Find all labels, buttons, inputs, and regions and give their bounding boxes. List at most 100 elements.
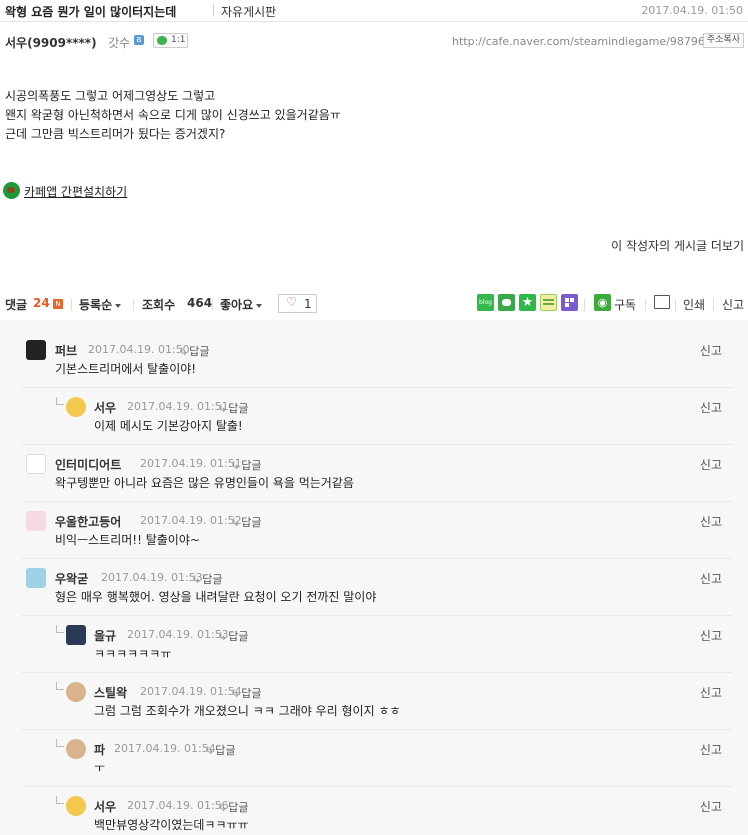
divider	[675, 299, 676, 311]
avatar[interactable]	[26, 568, 46, 588]
reply-label: 답글	[241, 516, 262, 529]
comment-report-link[interactable]: 신고	[700, 456, 722, 473]
print-link[interactable]: 인쇄	[683, 296, 705, 313]
comment-author[interactable]: 인터미디어트	[55, 456, 121, 473]
like-count: 1	[304, 297, 312, 311]
blog-share-icon[interactable]: blog	[477, 294, 494, 311]
cafe-share-icon[interactable]	[498, 294, 515, 311]
reply-indent-icon	[56, 796, 64, 804]
comment-report-link[interactable]: 신고	[700, 570, 722, 587]
chat-button[interactable]: 1:1	[153, 33, 188, 48]
comment-item: 스틸왁 2017.04.19. 01:54 ↳답글 그럼 그럼 조회수가 개오졌…	[22, 682, 732, 730]
comment-author[interactable]: 스틸왁	[94, 684, 127, 701]
divider	[212, 299, 213, 311]
post-url[interactable]: http://cafe.naver.com/steamindiegame/987…	[452, 35, 705, 48]
reply-button[interactable]: ↳답글	[192, 571, 222, 587]
bookmark-star-icon[interactable]: ★	[519, 294, 536, 311]
heart-icon: ♡	[286, 295, 297, 309]
subscribe-link[interactable]: 구독	[614, 296, 636, 313]
reply-button[interactable]: ↳답글	[231, 685, 261, 701]
comment-report-link[interactable]: 신고	[700, 399, 722, 416]
reply-button[interactable]: ↳답글	[205, 742, 235, 758]
rss-icon[interactable]: ◉	[594, 294, 611, 311]
avatar[interactable]	[66, 397, 86, 417]
author-name[interactable]: 서우(9909****)	[5, 34, 97, 51]
comment-text: 형은 매우 행복했어. 영상을 내려달란 요청이 오기 전까진 말이야	[55, 590, 377, 604]
post-share-icon[interactable]	[561, 294, 578, 311]
avatar[interactable]	[66, 796, 86, 816]
comment-report-link[interactable]: 신고	[700, 684, 722, 701]
author-row: 서우(9909****) 갓수 B 1:1 http://cafe.naver.…	[0, 31, 748, 51]
comment-date: 2017.04.19. 01:53	[127, 628, 229, 641]
like-button[interactable]: ♡ 1	[278, 294, 317, 313]
comment-text: 비익ㅡ스트리머!! 탈출이야~	[55, 533, 200, 547]
comment-item: 서우 2017.04.19. 01:51 ↳답글 이제 메시도 기본강아지 탈출…	[22, 397, 732, 445]
comment-text: 백만뷰영상각이였는데ㅋㅋㅠㅠ	[94, 818, 249, 832]
comment-report-link[interactable]: 신고	[700, 342, 722, 359]
comment-report-link[interactable]: 신고	[700, 798, 722, 815]
more-posts-link[interactable]: 이 작성자의 게시글 더보기	[611, 237, 744, 254]
reply-indent-icon	[56, 625, 64, 633]
order-dropdown[interactable]: 등록순	[79, 296, 122, 313]
reply-label: 답글	[228, 402, 249, 415]
avatar[interactable]	[66, 739, 86, 759]
comment-date: 2017.04.19. 01:51	[127, 400, 229, 413]
comment-date: 2017.04.19. 01:53	[101, 571, 203, 584]
comment-report-link[interactable]: 신고	[700, 513, 722, 530]
order-label: 등록순	[79, 298, 113, 312]
report-link[interactable]: 신고	[722, 296, 744, 313]
comment-text: ㅋㅋㅋㅋㅋㅋㅠ	[94, 647, 172, 661]
comment-author[interactable]: 파	[94, 741, 105, 758]
comment-label[interactable]: 댓글	[5, 296, 27, 313]
comment-text: ㅜ	[94, 761, 106, 775]
comment-text: 이제 메시도 기본강아지 탈출!	[94, 419, 243, 433]
copy-url-button[interactable]: 주소복사	[702, 33, 744, 48]
comment-author[interactable]: 을규	[94, 627, 116, 644]
comment-count[interactable]: 24	[33, 296, 50, 310]
memo-share-icon[interactable]	[540, 294, 557, 311]
comment-author[interactable]: 퍼브	[55, 342, 77, 359]
post-date: 2017.04.19. 01:50	[641, 4, 743, 17]
comment-author[interactable]: 서우	[94, 798, 116, 815]
avatar[interactable]	[66, 682, 86, 702]
reply-arrow-icon: ↳	[231, 516, 241, 529]
like-dropdown[interactable]: 좋아요	[220, 296, 263, 313]
comment-author[interactable]: 서우	[94, 399, 116, 416]
reply-button[interactable]: ↳답글	[218, 628, 248, 644]
comment-date: 2017.04.19. 01:54	[140, 685, 242, 698]
comment-item: 을규 2017.04.19. 01:53 ↳답글 ㅋㅋㅋㅋㅋㅋㅠ 신고	[22, 625, 732, 673]
reply-button[interactable]: ↳답글	[218, 400, 248, 416]
reply-button[interactable]: ↳답글	[231, 514, 261, 530]
caret-down-icon	[115, 303, 122, 308]
reply-indent-icon	[56, 397, 64, 405]
comment-item: 인터미디어트 2017.04.19. 01:51 ↳답글 왁구텡뿐만 아니라 요…	[22, 454, 732, 502]
post-body-line: 시공의폭풍도 그렇고 어제그영상도 그렇고	[5, 89, 216, 103]
caret-down-icon	[256, 303, 263, 308]
reply-button[interactable]: ↳답글	[179, 343, 209, 359]
like-label: 좋아요	[220, 298, 254, 312]
reply-button[interactable]: ↳답글	[231, 457, 261, 473]
comment-report-link[interactable]: 신고	[700, 741, 722, 758]
comment-date: 2017.04.19. 01:51	[140, 457, 242, 470]
comment-author[interactable]: 우왁굳	[55, 570, 88, 587]
avatar[interactable]	[26, 454, 46, 474]
comment-author[interactable]: 우울한고등어	[55, 513, 121, 530]
post-body: 시공의폭풍도 그렇고 어제그영상도 그렇고 왠지 왁굳형 아닌척하면서 속으로 …	[5, 87, 341, 144]
comment-date: 2017.04.19. 01:54	[114, 742, 216, 755]
avatar[interactable]	[26, 511, 46, 531]
comment-text: 왁구텡뿐만 아니라 요즘은 많은 유명인들이 욕을 먹는거같음	[55, 476, 354, 490]
avatar[interactable]	[66, 625, 86, 645]
comment-date: 2017.04.19. 01:56	[127, 799, 229, 812]
reply-indent-icon	[56, 682, 64, 690]
share-export-icon[interactable]	[654, 295, 670, 309]
avatar[interactable]	[26, 340, 46, 360]
comment-item: 퍼브 2017.04.19. 01:50 ↳답글 기본스트리머에서 탈출이야! …	[22, 340, 732, 388]
board-link[interactable]: 자유게시판	[221, 3, 276, 20]
reply-arrow-icon: ↳	[205, 744, 215, 757]
comment-report-link[interactable]: 신고	[700, 627, 722, 644]
post-body-line: 왠지 왁굳형 아닌척하면서 속으로 디게 많이 신경쓰고 있을거같음ㅠ	[5, 108, 341, 122]
views-count: 464	[187, 296, 213, 310]
reply-button[interactable]: ↳답글	[218, 799, 248, 815]
reply-label: 답글	[241, 459, 262, 472]
chat-bubble-icon	[157, 36, 167, 45]
